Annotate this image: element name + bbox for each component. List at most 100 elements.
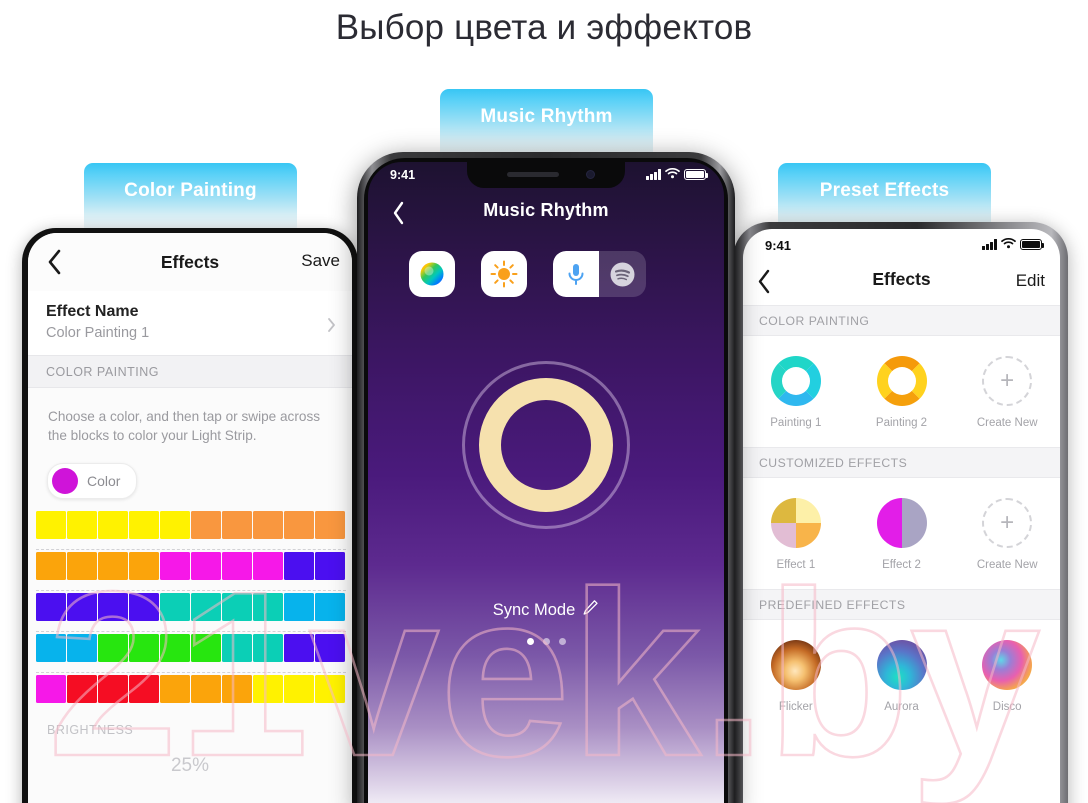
effect-item[interactable]: Painting 1	[743, 356, 849, 429]
color-grid-cell[interactable]	[222, 675, 252, 703]
color-grid-row[interactable]	[36, 511, 346, 539]
brightness-sun-icon[interactable]	[481, 251, 527, 297]
color-grid-row[interactable]	[36, 552, 346, 580]
effect-name-row[interactable]: Effect Name Color Painting 1	[28, 291, 352, 355]
color-grid-cell[interactable]	[191, 634, 221, 662]
color-grid[interactable]	[36, 511, 346, 703]
color-grid-cell[interactable]	[222, 552, 252, 580]
color-grid-cell[interactable]	[67, 552, 97, 580]
color-grid-cell[interactable]	[67, 511, 97, 539]
battery-icon	[684, 169, 709, 180]
color-grid-cell[interactable]	[191, 593, 221, 621]
color-grid-cell[interactable]	[36, 593, 66, 621]
color-grid-cell[interactable]	[253, 552, 283, 580]
color-grid-cell[interactable]	[284, 593, 314, 621]
effect-item[interactable]: + Create New	[954, 498, 1060, 571]
effect-item[interactable]: Flicker	[743, 640, 849, 713]
center-navbar: Music Rhythm	[368, 188, 724, 238]
effect-item[interactable]: Aurora	[849, 640, 955, 713]
color-grid-cell[interactable]	[67, 593, 97, 621]
page-dot[interactable]	[526, 638, 534, 645]
color-grid-cell[interactable]	[98, 593, 128, 621]
color-grid-cell[interactable]	[36, 511, 66, 539]
color-grid-cell[interactable]	[253, 675, 283, 703]
color-grid-cell[interactable]	[222, 593, 252, 621]
mode-icon-row	[368, 238, 724, 297]
effect-item[interactable]: Painting 2	[849, 356, 955, 429]
color-grid-cell[interactable]	[98, 511, 128, 539]
color-grid-cell[interactable]	[98, 634, 128, 662]
color-grid-cell[interactable]	[160, 675, 190, 703]
badge-music-rhythm: Music Rhythm	[440, 89, 653, 161]
section-header: PREDEFINED EFFECTS	[743, 589, 1060, 620]
color-grid-cell[interactable]	[191, 675, 221, 703]
color-grid-cell[interactable]	[98, 552, 128, 580]
color-grid-row[interactable]	[36, 593, 346, 621]
effect-caption: Effect 2	[882, 559, 921, 571]
chevron-left-icon[interactable]	[47, 249, 62, 275]
left-navbar: Effects Save	[28, 233, 352, 291]
color-grid-cell[interactable]	[315, 634, 345, 662]
color-grid-cell[interactable]	[253, 593, 283, 621]
page-dots[interactable]	[368, 638, 724, 645]
color-grid-cell[interactable]	[160, 511, 190, 539]
color-grid-cell[interactable]	[98, 675, 128, 703]
signal-bars-icon	[982, 239, 997, 250]
status-indicators	[646, 167, 709, 182]
color-grid-cell[interactable]	[315, 675, 345, 703]
color-grid-cell[interactable]	[36, 675, 66, 703]
color-grid-cell[interactable]	[36, 552, 66, 580]
color-grid-cell[interactable]	[253, 634, 283, 662]
color-grid-cell[interactable]	[129, 675, 159, 703]
color-grid-cell[interactable]	[315, 511, 345, 539]
color-grid-cell[interactable]	[67, 634, 97, 662]
page-dot[interactable]	[542, 638, 550, 645]
color-picker-chip[interactable]: Color	[47, 463, 138, 499]
color-grid-cell[interactable]	[129, 511, 159, 539]
effect-thumbnail	[876, 356, 927, 406]
music-visualizer	[368, 361, 724, 529]
color-grid-cell[interactable]	[315, 593, 345, 621]
effect-thumbnail	[982, 640, 1033, 690]
effect-caption: Flicker	[778, 701, 813, 713]
effect-item[interactable]: Effect 2	[849, 498, 955, 571]
color-wheel-icon[interactable]	[409, 251, 455, 297]
color-grid-cell[interactable]	[129, 593, 159, 621]
chevron-left-icon[interactable]	[757, 269, 771, 294]
color-grid-row[interactable]	[36, 675, 346, 703]
wifi-icon	[1001, 237, 1016, 252]
color-grid-cell[interactable]	[284, 552, 314, 580]
chevron-left-icon[interactable]	[392, 201, 405, 225]
effect-item[interactable]: Effect 1	[743, 498, 849, 571]
color-grid-cell[interactable]	[67, 675, 97, 703]
color-grid-cell[interactable]	[284, 511, 314, 539]
edit-button[interactable]: Edit	[1016, 271, 1045, 291]
save-button[interactable]: Save	[301, 251, 340, 271]
spotify-icon[interactable]	[599, 251, 646, 297]
sync-mode-row[interactable]: Sync Mode	[368, 599, 724, 621]
color-grid-cell[interactable]	[129, 634, 159, 662]
page-dot[interactable]	[558, 638, 566, 645]
color-grid-row[interactable]	[36, 634, 346, 662]
color-grid-cell[interactable]	[222, 511, 252, 539]
pencil-icon[interactable]	[582, 599, 599, 621]
color-grid-cell[interactable]	[36, 634, 66, 662]
color-grid-cell[interactable]	[253, 511, 283, 539]
color-grid-cell[interactable]	[191, 552, 221, 580]
color-grid-cell[interactable]	[222, 634, 252, 662]
microphone-icon[interactable]	[553, 251, 599, 297]
color-grid-cell[interactable]	[284, 675, 314, 703]
effect-item[interactable]: + Create New	[954, 356, 1060, 429]
color-grid-cell[interactable]	[160, 593, 190, 621]
color-grid-cell[interactable]	[284, 634, 314, 662]
color-grid-cell[interactable]	[315, 552, 345, 580]
color-grid-cell[interactable]	[129, 552, 159, 580]
effect-item[interactable]: Disco	[954, 640, 1060, 713]
badge-color-painting: Color Painting	[84, 163, 297, 235]
color-grid-cell[interactable]	[160, 634, 190, 662]
speaker-icon	[507, 172, 559, 177]
color-grid-cell[interactable]	[160, 552, 190, 580]
color-grid-cell[interactable]	[191, 511, 221, 539]
color-swatch	[52, 468, 78, 494]
effect-thumbnail	[770, 356, 821, 406]
